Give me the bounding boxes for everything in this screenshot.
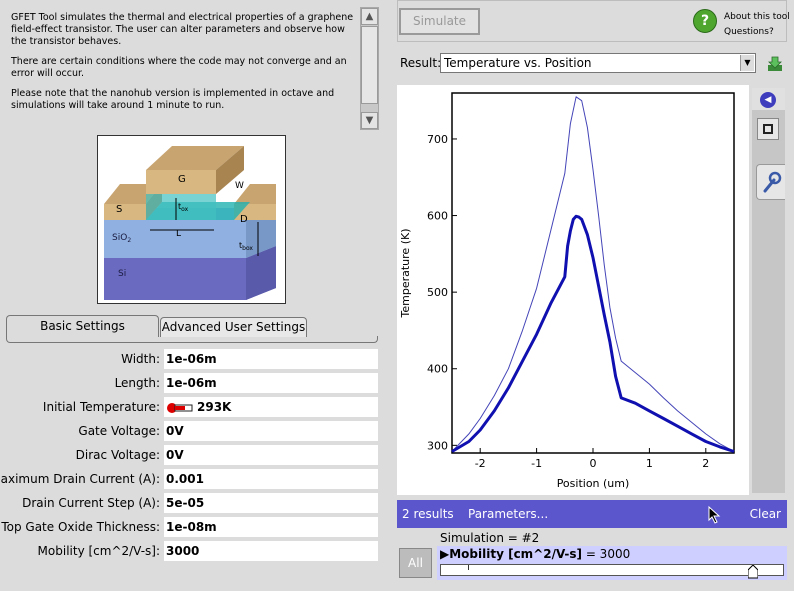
parameter-slider-panel: ▶Mobility [cm^2/V-s] = 3000 — [437, 546, 787, 580]
drain-current-step-input[interactable]: 5e-05 — [164, 493, 378, 513]
gate-label: G — [178, 174, 186, 185]
gate-voltage-input[interactable]: 0V — [164, 421, 378, 441]
slider-tick — [468, 565, 469, 570]
initial-temperature-value: 293K — [197, 400, 232, 414]
width-label: W — [235, 181, 244, 191]
y-tick-label: 600 — [427, 210, 448, 223]
result-selected-value: Temperature vs. Position — [444, 56, 592, 70]
gfet-device-diagram: G S D W L tox tbox SiO2 Si — [97, 135, 286, 304]
slider-thumb[interactable] — [748, 565, 758, 579]
chevron-down-icon[interactable]: ▼ — [740, 55, 754, 71]
about-tool-link[interactable]: About this tool — [724, 10, 790, 25]
max-drain-current-input[interactable]: 0.001 — [164, 469, 378, 489]
y-tick-label: 400 — [427, 363, 448, 376]
top-gate-oxide-label: Top Gate Oxide Thickness: — [1, 520, 160, 534]
tool-description-panel: GFET Tool simulates the thermal and elec… — [0, 0, 382, 132]
x-tick-label: 2 — [702, 457, 709, 470]
mobility-input[interactable]: 3000 — [164, 541, 378, 561]
top-gate-oxide-input[interactable]: 1e-08m — [164, 517, 378, 537]
mobility-label: Mobility [cm^2/V-s]: — [37, 544, 160, 558]
results-count: 2 results — [402, 507, 454, 521]
description-scrollbar[interactable]: ▲ ▼ — [360, 7, 379, 130]
y-tick-label: 500 — [427, 286, 448, 299]
length-label: Length: — [114, 376, 160, 390]
x-tick-label: -1 — [531, 457, 542, 470]
dirac-voltage-input[interactable]: 0V — [164, 445, 378, 465]
tab-basic-settings[interactable]: Basic Settings — [6, 315, 159, 337]
collapse-arrow-icon[interactable]: ◀ — [760, 92, 776, 108]
scroll-down-icon[interactable]: ▼ — [361, 112, 378, 129]
questions-link[interactable]: Questions? — [724, 25, 790, 40]
width-input[interactable]: 1e-06m — [164, 349, 378, 369]
length-input[interactable]: 1e-06m — [164, 373, 378, 393]
drain-current-step-label: Drain Current Step (A): — [22, 496, 160, 510]
parameter-value: = 3000 — [582, 547, 631, 561]
thermometer-icon — [167, 402, 193, 413]
gate-voltage-row: Gate Voltage: 0V — [0, 420, 382, 442]
tab-advanced-settings[interactable]: Advanced User Settings — [160, 317, 307, 337]
tool-description-text: GFET Tool simulates the thermal and elec… — [11, 12, 357, 120]
clear-button[interactable]: Clear — [750, 507, 781, 521]
mobility-row: Mobility [cm^2/V-s]: 3000 — [0, 540, 382, 562]
description-paragraph-2: There are certain conditions where the c… — [11, 56, 347, 79]
drain-label: D — [240, 214, 248, 225]
result-label: Result: — [400, 56, 442, 70]
result-select[interactable]: Temperature vs. Position ▼ — [440, 53, 756, 73]
x-tick-label: -2 — [475, 457, 486, 470]
scrollbar-thumb[interactable] — [361, 26, 378, 104]
parameter-slider[interactable] — [440, 564, 784, 579]
help-icon[interactable]: ? — [693, 9, 717, 33]
y-axis-label: Temperature (K) — [399, 229, 412, 319]
x-tick-label: 0 — [590, 457, 597, 470]
max-drain-current-label: Maximum Drain Current (A): — [0, 472, 160, 486]
triangle-right-icon[interactable]: ▶ — [440, 547, 449, 561]
about-links[interactable]: About this tool Questions? — [724, 10, 790, 40]
side-toolbar-header: ◀ — [752, 88, 785, 110]
wrench-icon[interactable] — [756, 164, 785, 200]
width-label: Width: — [121, 352, 160, 366]
zoom-reset-icon[interactable] — [757, 118, 779, 140]
dirac-voltage-label: Dirac Voltage: — [75, 448, 160, 462]
initial-temperature-row: Initial Temperature: 293K — [0, 396, 382, 418]
dirac-voltage-row: Dirac Voltage: 0V — [0, 444, 382, 466]
all-button[interactable]: All — [399, 548, 432, 578]
width-row: Width: 1e-06m — [0, 348, 382, 370]
cursor-icon — [708, 506, 721, 524]
x-axis-label: Position (um) — [557, 477, 630, 490]
parameters-button[interactable]: Parameters... — [468, 507, 548, 521]
tab-panel-border — [6, 336, 378, 343]
y-tick-label: 700 — [427, 133, 448, 146]
y-tick-label: 300 — [427, 439, 448, 452]
parameter-label[interactable]: ▶Mobility [cm^2/V-s] = 3000 — [440, 547, 630, 561]
length-row: Length: 1e-06m — [0, 372, 382, 394]
initial-temperature-input[interactable]: 293K — [164, 397, 378, 417]
si-label: Si — [118, 269, 126, 279]
gate-voltage-label: Gate Voltage: — [78, 424, 160, 438]
simulate-button[interactable]: Simulate — [399, 8, 480, 35]
description-paragraph-3: Please note that the nanohub version is … — [11, 88, 335, 111]
x-tick-label: 1 — [646, 457, 653, 470]
drain-current-step-row: Drain Current Step (A): 5e-05 — [0, 492, 382, 514]
max-drain-current-row: Maximum Drain Current (A): 0.001 — [0, 468, 382, 490]
scroll-up-icon[interactable]: ▲ — [361, 8, 378, 25]
download-icon[interactable] — [767, 56, 783, 72]
plot-side-toolbar: ◀ — [752, 88, 785, 493]
description-paragraph-1: GFET Tool simulates the thermal and elec… — [11, 12, 354, 47]
initial-temperature-label: Initial Temperature: — [42, 400, 160, 414]
top-gate-oxide-row: Top Gate Oxide Thickness: 1e-08m — [0, 516, 382, 538]
simulation-label: Simulation = #2 — [440, 531, 540, 545]
parameter-name: Mobility [cm^2/V-s] — [449, 547, 582, 561]
source-label: S — [116, 204, 122, 215]
results-bar: 2 results Parameters... Clear — [397, 500, 787, 528]
temperature-position-chart: -2 -1 0 1 2 300 400 500 600 700 Position (um) Te… — [397, 85, 749, 495]
